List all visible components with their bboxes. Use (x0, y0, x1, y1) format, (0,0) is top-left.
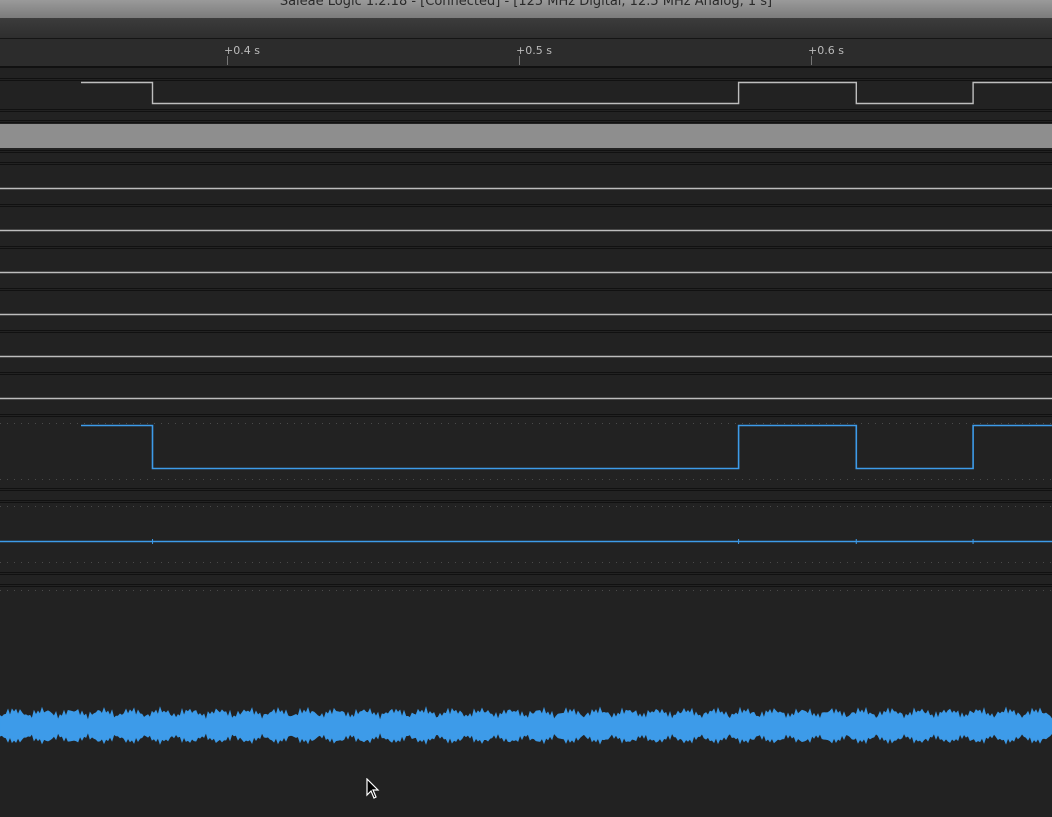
waveform-area[interactable] (0, 0, 1052, 817)
digital-channel-0-trace (81, 81, 1052, 105)
selected-channel-lane (0, 124, 1052, 148)
analog-channel-2-trace (0, 706, 1052, 745)
analog-channel-0-trace (81, 424, 1052, 470)
analog-grid-lines (0, 423, 1052, 591)
mouse-pointer-icon (366, 778, 380, 799)
channel-traces (0, 81, 1052, 745)
channel-lanes (0, 67, 1052, 587)
